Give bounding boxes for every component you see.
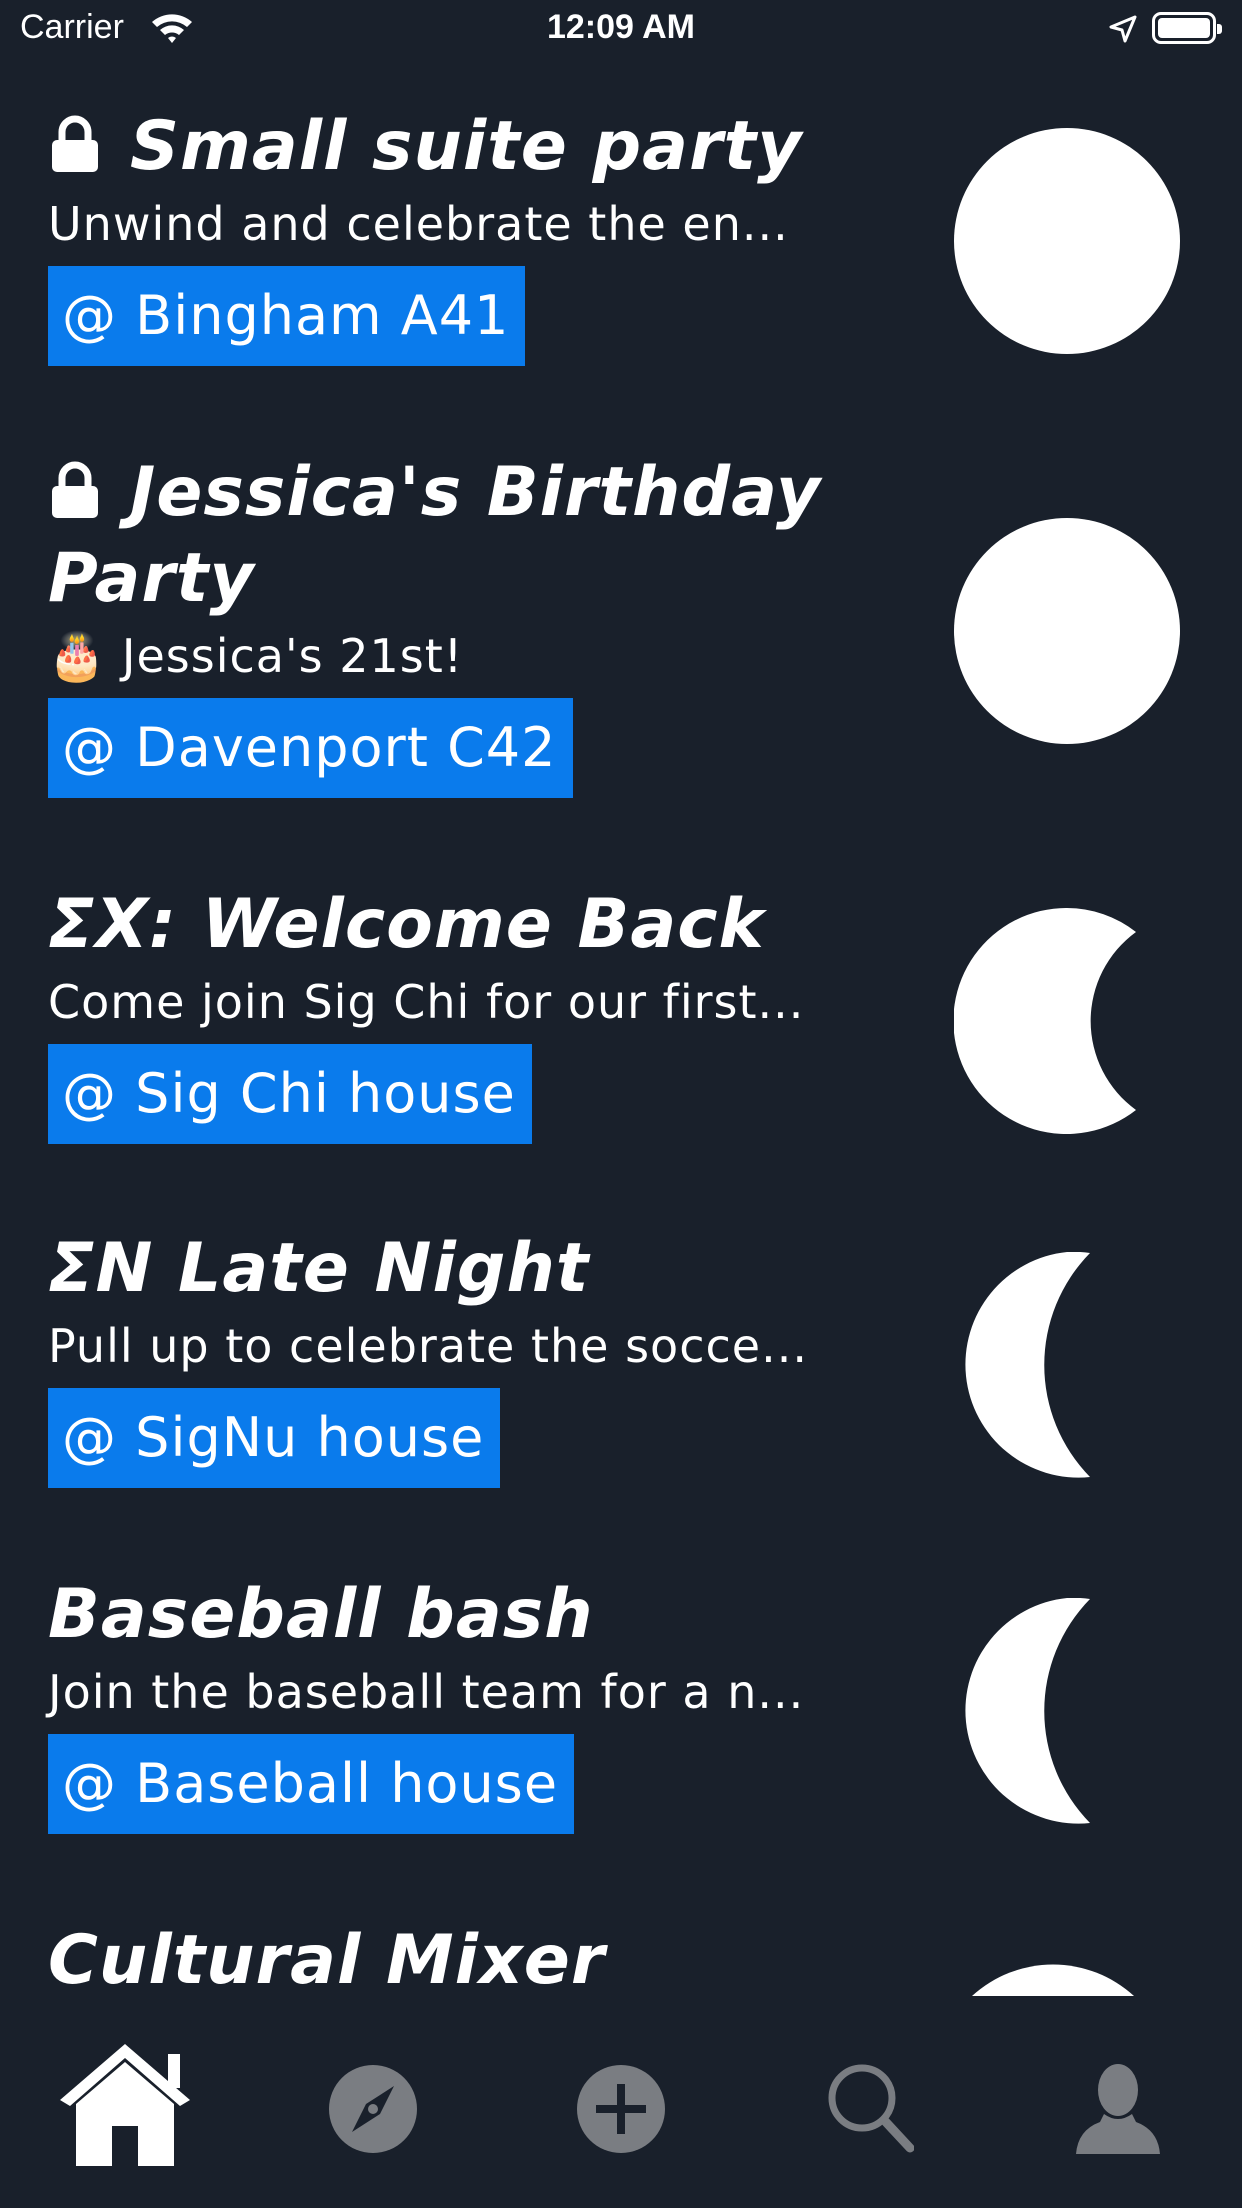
profile-icon[interactable] (1076, 2062, 1160, 2154)
event-location-badge[interactable]: @ Davenport C42 (48, 698, 573, 798)
crescent-moon-icon (965, 1252, 1090, 1478)
event-title: Small suite party (130, 107, 803, 186)
lock-icon (52, 115, 98, 173)
crescent-moon-icon (965, 1598, 1090, 1824)
status-time: 12:09 AM (546, 8, 696, 46)
full-moon-icon (954, 128, 1180, 354)
event-title: Jessica's Birthday Party (48, 453, 822, 618)
search-icon[interactable] (826, 2062, 914, 2154)
partial-moon-icon (972, 1964, 1134, 1996)
event-title-row: Small suite party (48, 104, 828, 190)
tab-bar (0, 1996, 1242, 2208)
event-title: Cultural Mixer (48, 1921, 606, 1996)
event-location-badge[interactable]: @ Baseball house (48, 1734, 575, 1834)
event-location-badge[interactable]: @ SigNu house (48, 1388, 501, 1488)
event-title: ΣX: Welcome Back (48, 885, 765, 964)
add-icon[interactable] (576, 2064, 666, 2154)
location-services-icon (1109, 15, 1137, 43)
event-title: Baseball bash (48, 1575, 594, 1654)
explore-icon[interactable] (328, 2064, 418, 2154)
event-title-row: Jessica's Birthday Party (48, 450, 828, 622)
home-icon[interactable] (56, 2040, 194, 2170)
lock-icon (52, 461, 98, 519)
event-location-badge[interactable]: @ Bingham A41 (48, 266, 526, 366)
gibbous-moon-icon (954, 908, 1136, 1134)
event-feed[interactable]: Small suite party Unwind and celebrate t… (0, 62, 1242, 1996)
full-moon-icon (954, 518, 1180, 744)
event-location-badge[interactable]: @ Sig Chi house (48, 1044, 532, 1144)
status-bar: Carrier 12:09 AM (0, 0, 1242, 62)
event-title: ΣN Late Night (48, 1229, 590, 1308)
battery-icon (1152, 12, 1222, 44)
